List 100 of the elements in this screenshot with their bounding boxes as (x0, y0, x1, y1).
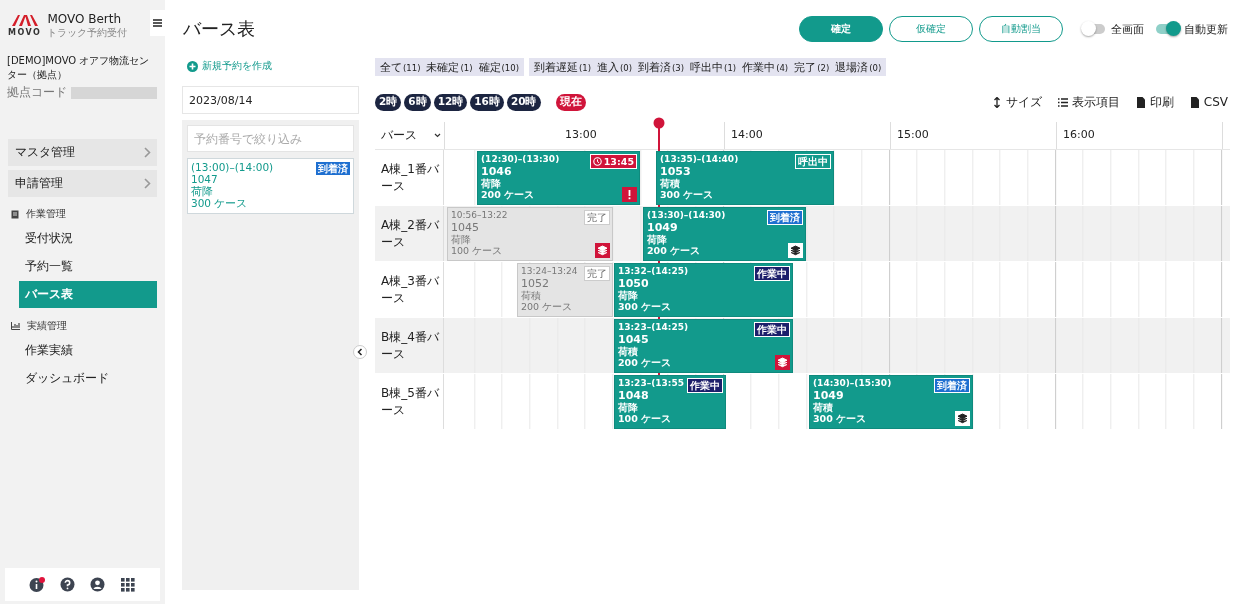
app-subtitle: トラック予約受付 (47, 26, 128, 40)
help-icon[interactable] (59, 576, 76, 593)
booking-block[interactable]: 13:24–13:24 1052 荷積 200 ケース 完了 (517, 263, 613, 317)
toggle-switch[interactable] (1156, 24, 1178, 34)
booking-type: 荷降 (451, 233, 471, 245)
tool-link[interactable]: 印刷 (1135, 93, 1174, 111)
filter-tab[interactable]: 未確定(1) (423, 58, 476, 76)
booking-block[interactable]: (13:30)–(14:30) 1049 荷降 200 ケース 到着済 (643, 207, 806, 261)
booking-block[interactable]: 13:32–(14:25) 1050 荷降 300 ケース 作業中 (614, 263, 793, 317)
site-code-label: 拠点コード (7, 84, 67, 101)
booking-time: 13:23–(14:25) (618, 322, 689, 334)
booking-card[interactable]: (13:00)–(14:00) 1047 荷降 300 ケース 到着済 (187, 158, 354, 214)
booking-quantity: 200 ケース (618, 357, 672, 369)
hour-label: 15:00 (897, 128, 929, 141)
booking-quantity: 100 ケース (451, 245, 503, 257)
booking-time: 13:32–(14:25) (618, 266, 689, 278)
booking-type: 荷積 (521, 289, 541, 301)
booking-type: 荷降 (647, 233, 667, 245)
logo-text: MOVO (8, 28, 42, 37)
filter-tab[interactable]: 全て(11) (377, 58, 424, 76)
booking-time: (13:30)–(14:30) (647, 210, 726, 222)
booking-type: 荷積 (813, 401, 833, 413)
nav-item[interactable]: 予約一覧 (19, 253, 157, 280)
status-badge: 到着済 (934, 378, 970, 393)
chevron-right-icon (144, 178, 151, 189)
booking-quantity: 200 ケース (481, 189, 535, 201)
booking-time: (12:30)–(13:30) (481, 154, 560, 166)
status-badge: 完了 (584, 266, 610, 281)
filter-tab[interactable]: 退場済(0) (832, 58, 885, 76)
menu-item[interactable]: マスタ管理 (8, 139, 157, 166)
berth-dropdown[interactable]: バース (375, 122, 445, 149)
info-icon[interactable] (29, 576, 46, 593)
booking-number: 1048 (618, 389, 649, 402)
time-chip[interactable]: 2時 (375, 93, 402, 111)
booking-block[interactable]: 13:23–(14:25) 1045 荷積 200 ケース 作業中 (614, 319, 793, 373)
document-icon (1189, 96, 1200, 108)
caret-icon (434, 133, 441, 138)
page-title: バース表 (183, 17, 255, 41)
filter-tab[interactable]: 到着済(3) (635, 58, 688, 76)
filter-tab[interactable]: 呼出中(1) (687, 58, 740, 76)
booking-number: 1053 (660, 165, 691, 178)
booking-number: 1045 (451, 221, 479, 234)
nav-item[interactable]: 作業実績 (19, 337, 157, 364)
section-title: 実績管理 (27, 319, 67, 333)
date-field[interactable]: 2023/08/14 (182, 86, 359, 114)
search-field[interactable]: 予約番号で絞り込み (187, 125, 354, 152)
booking-block[interactable]: 10:56–13:22 1045 荷降 100 ケース 完了 (447, 207, 613, 261)
time-chip[interactable]: 20時 (506, 93, 541, 111)
booking-time: 13:23–(13:55 (618, 378, 684, 390)
new-booking-link[interactable]: 新規予約を作成 (182, 60, 359, 72)
filter-tab[interactable]: 作業中(4) (739, 58, 792, 76)
time-chip[interactable]: 12時 (433, 93, 468, 111)
tool-link[interactable]: サイズ (991, 93, 1042, 111)
tool-link[interactable]: 表示項目 (1057, 93, 1120, 111)
time-chip[interactable]: 6時 (404, 93, 431, 111)
booking-quantity: 300 ケース (191, 197, 248, 209)
plus-circle-icon (187, 60, 198, 72)
booking-number: 1050 (618, 277, 649, 290)
action-button[interactable]: 自動割当 (979, 16, 1063, 42)
booking-type: 荷降 (481, 177, 501, 189)
toggle-switch[interactable] (1083, 24, 1105, 34)
menu-item[interactable]: 申請管理 (8, 170, 157, 197)
booking-block[interactable]: (12:30)–(13:30) 1046 荷降 200 ケース 13:45 (477, 151, 640, 205)
time-chip[interactable]: 16時 (470, 93, 504, 111)
booking-block[interactable]: 13:23–(13:55 1048 荷降 100 ケース 作業中 (614, 375, 726, 429)
app-name: MOVO Berth (47, 12, 123, 26)
booking-time: (13:35)–(14:40) (660, 154, 739, 166)
booking-quantity: 300 ケース (618, 301, 672, 313)
logo-mark-icon (9, 14, 40, 26)
status-badge: 完了 (584, 210, 610, 225)
document-icon (11, 209, 19, 219)
user-icon[interactable] (89, 576, 106, 593)
time-chip[interactable]: 現在 (555, 93, 586, 111)
booking-number: 1049 (647, 221, 678, 234)
tool-link[interactable]: CSV (1189, 93, 1228, 111)
menu-icon[interactable] (150, 10, 165, 36)
nav-item[interactable]: 受付状況 (19, 225, 157, 252)
nav-item[interactable]: ダッシュボード (19, 365, 157, 392)
resize-icon (991, 96, 1002, 108)
filter-tab[interactable]: 完了(2) (791, 58, 833, 76)
booking-time: 13:24–13:24 (521, 266, 578, 278)
filter-tab[interactable]: 到着遅延(1) (530, 58, 594, 76)
status-badge: 到着済 (315, 161, 351, 176)
chevron-left-icon (357, 348, 363, 356)
status-badge: 作業中 (687, 378, 723, 393)
booking-number: 1049 (813, 389, 844, 402)
hour-label: 14:00 (731, 128, 763, 141)
booking-quantity: 300 ケース (660, 189, 714, 201)
filter-tab[interactable]: 進入(0) (594, 58, 636, 76)
action-button[interactable]: 仮確定 (889, 16, 973, 42)
booking-number: 1046 (481, 165, 512, 178)
booking-type: 荷降 (618, 289, 638, 301)
booking-quantity: 100 ケース (618, 413, 672, 425)
filter-tab[interactable]: 確定(10) (475, 58, 522, 76)
document-icon (1135, 96, 1146, 108)
collapse-button[interactable] (353, 345, 367, 359)
booking-block[interactable]: (14:30)–(15:30) 1049 荷積 300 ケース 到着済 (809, 375, 973, 429)
apps-icon[interactable] (119, 576, 136, 593)
booking-type: 荷積 (618, 345, 638, 357)
berth-name: A棟_2番バース (375, 206, 444, 261)
